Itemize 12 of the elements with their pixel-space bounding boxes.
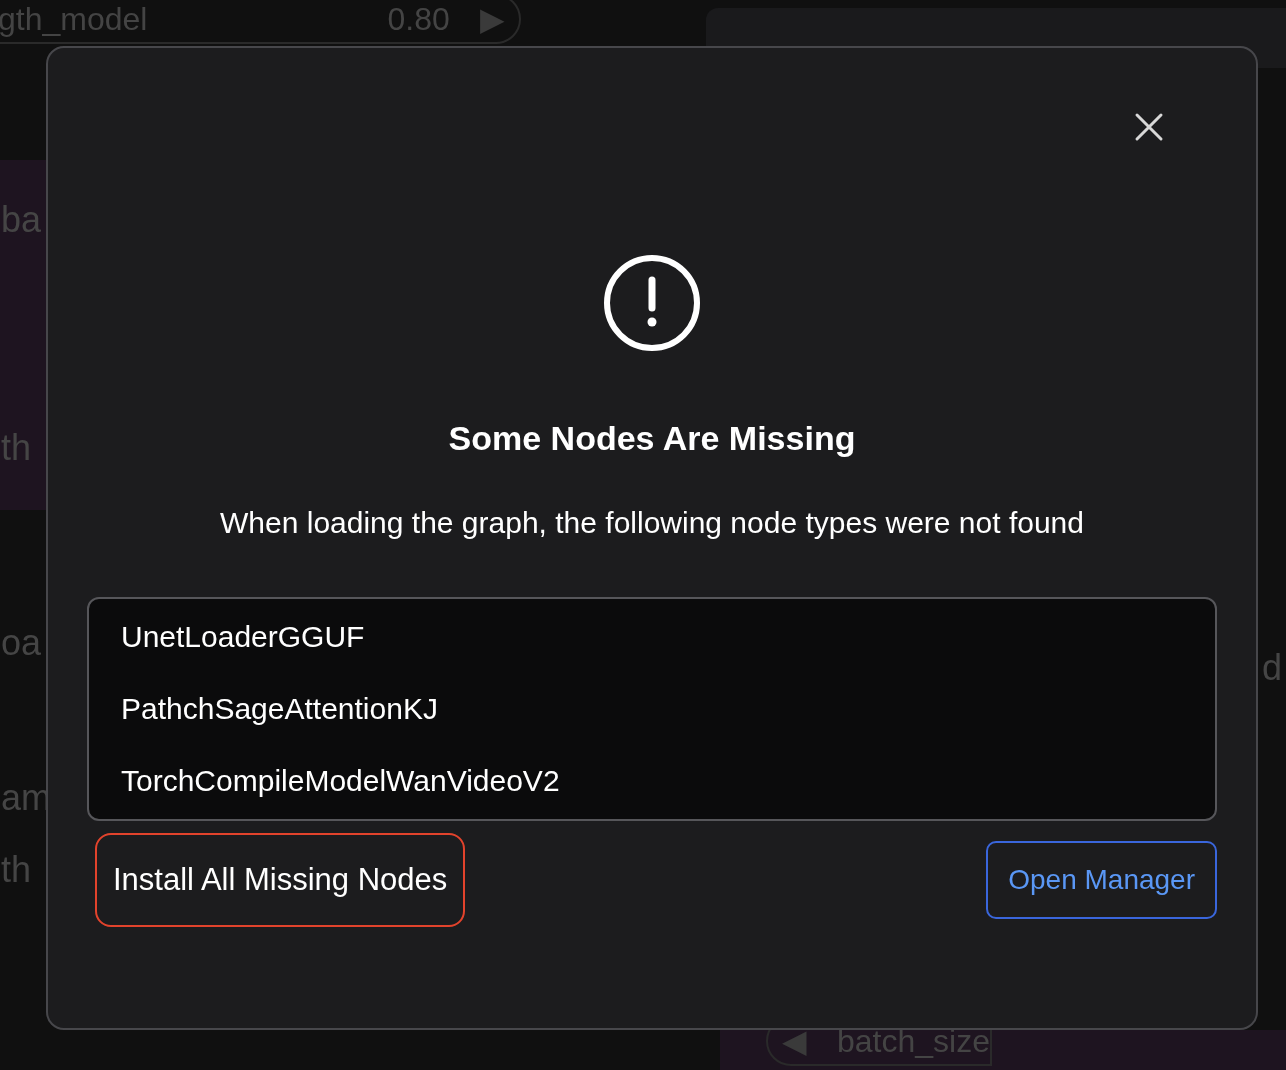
- arrow-icon: ▶: [479, 0, 505, 43]
- node-type-name: UnetLoaderGGUF: [121, 618, 366, 655]
- close-button[interactable]: [1134, 112, 1164, 142]
- dialog-message: When loading the graph, the following node types were not found: [220, 504, 1084, 541]
- install-button[interactable]: Install All Missing Nodes: [95, 832, 466, 928]
- arrow-icon: ◀: [782, 1017, 807, 1065]
- node-type-name: PathchSageAttentionKJ: [121, 690, 439, 727]
- open-manager-button[interactable]: Open Manager: [986, 841, 1217, 920]
- dialog-title: Some Nodes Are Missing: [448, 418, 856, 459]
- node-type-name: TorchCompileModelWanVideoV2: [121, 762, 561, 799]
- close-icon: [1134, 112, 1164, 142]
- alert-icon: [603, 254, 701, 352]
